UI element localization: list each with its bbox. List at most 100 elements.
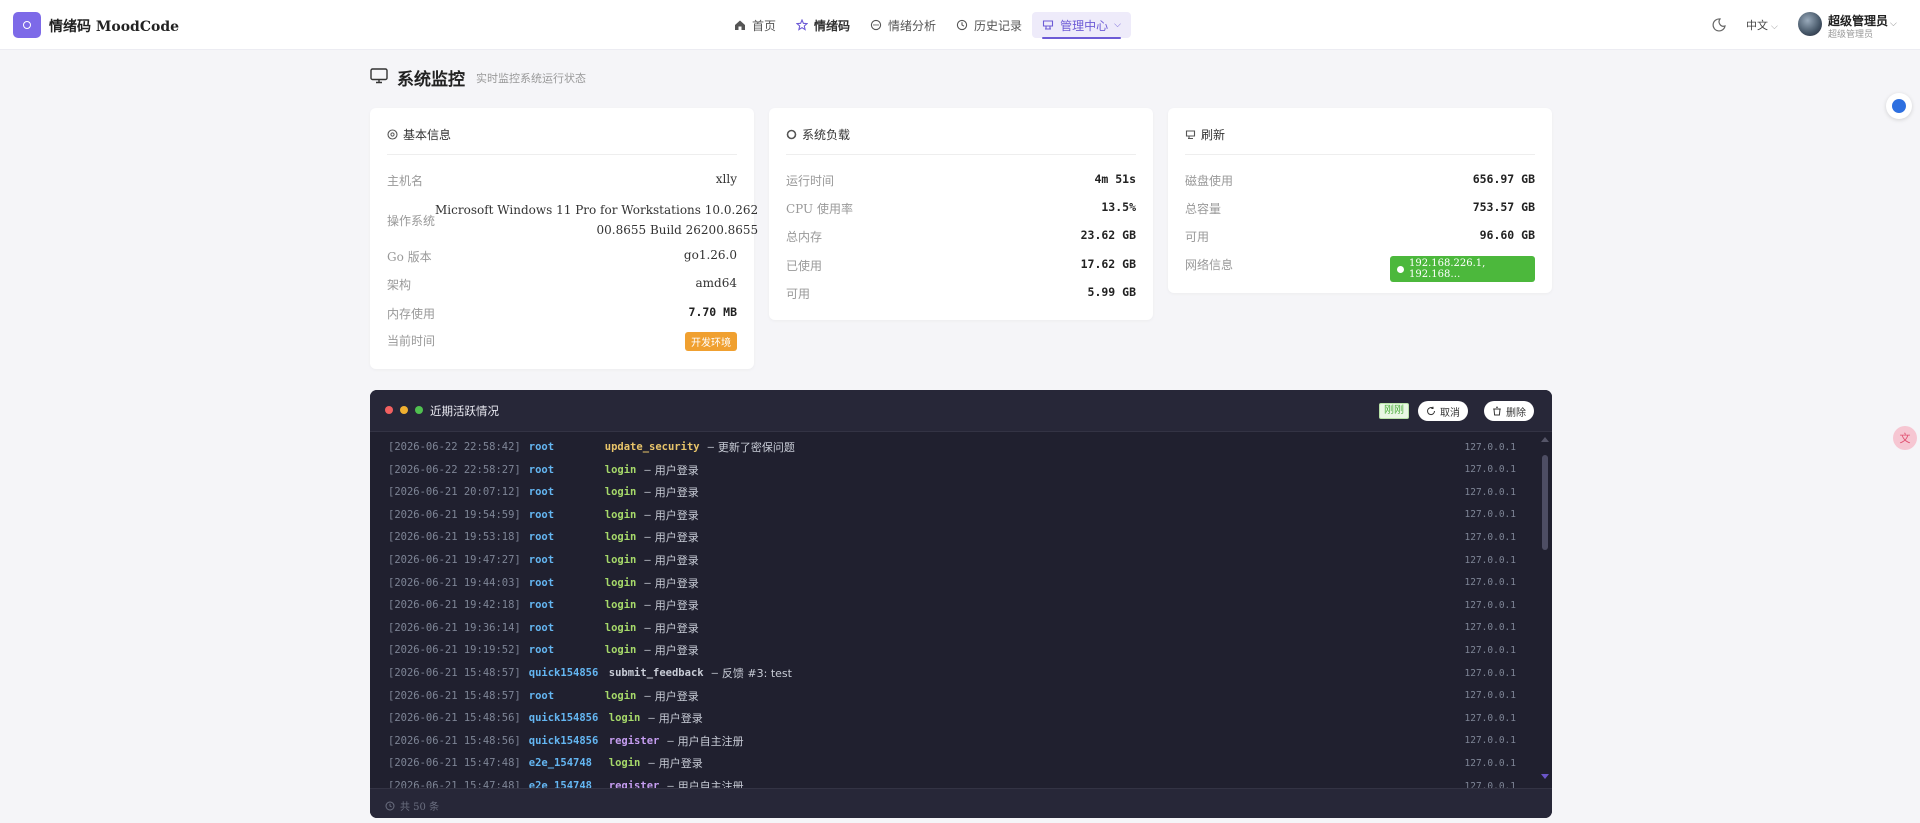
log-row: [2026-06-21 19:42:18] root login — 用户登录 — [388, 594, 699, 616]
log-user: root — [528, 576, 555, 589]
nav-admin[interactable]: 管理中心 ⌵ — [1032, 12, 1131, 39]
window-dot-red-icon — [385, 406, 393, 414]
card-title: 基本信息 — [387, 126, 451, 143]
card-title: 系统负载 — [786, 126, 850, 143]
chevron-down-icon[interactable]: ⌵ — [1890, 19, 1897, 29]
log-user: root — [528, 441, 555, 453]
log-description: 用户自主注册 — [677, 734, 744, 748]
translate-icon[interactable]: 文 — [1893, 426, 1917, 450]
log-user: root — [528, 621, 555, 634]
log-row: [2026-06-21 15:48:57] quick154856 submit_f… — [388, 662, 792, 684]
log-action: login — [608, 757, 641, 770]
log-row: [2026-06-21 15:48:56] quick154856 login — 用户… — [388, 707, 703, 729]
load-row: 总内存 23.62 GB — [786, 228, 1136, 245]
log-separator: — — [644, 531, 651, 544]
log-user: quick154856 — [528, 712, 599, 725]
env-badge: 开发环境 — [685, 332, 737, 351]
info-value: go1.26.0 — [683, 248, 737, 262]
divider — [786, 154, 1136, 155]
log-user: quick154856 — [528, 667, 599, 679]
chevron-down-icon: ⌵ — [1771, 22, 1778, 32]
logo-icon[interactable] — [13, 12, 41, 38]
log-user: root — [528, 689, 555, 702]
activity-terminal: 近期活跃情况 刚刚 取消 删除 [2026-06-22 22:58:42] roo… — [370, 390, 1552, 818]
card-title[interactable]: 刷新 — [1185, 126, 1225, 143]
log-action: login — [604, 463, 637, 476]
log-timestamp: [2026-06-21 19:54:59] — [388, 508, 521, 521]
log-action: login — [608, 712, 641, 725]
system-load-title: 系统负载 — [802, 128, 851, 142]
page-title: 系统监控 — [397, 70, 465, 90]
scroll-up-icon[interactable] — [1541, 437, 1549, 442]
log-timestamp: [2026-06-21 20:07:12] — [388, 486, 521, 499]
info-value: amd64 — [695, 276, 737, 290]
log-timestamp: [2026-06-21 19:42:18] — [388, 599, 521, 612]
log-description: 用户登录 — [658, 712, 703, 726]
log-separator: — — [644, 644, 651, 657]
ai-assistant-icon[interactable] — [1886, 93, 1912, 119]
brand-name[interactable]: 情绪码 MoodCode — [49, 16, 179, 36]
system-load-card: 系统负载 运行时间 4m 51s CPU 使用率 13.5% 总内存 23.62… — [769, 108, 1153, 320]
load-row: 已使用 17.62 GB — [786, 257, 1136, 274]
scrollbar-thumb[interactable] — [1542, 455, 1548, 550]
scroll-down-icon[interactable] — [1541, 774, 1549, 779]
log-ip: 127.0.0.1 — [1464, 622, 1516, 634]
log-separator: — — [644, 689, 651, 702]
log-separator: — — [644, 486, 651, 499]
log-row: [2026-06-21 19:19:52] root login — 用户登录 — [388, 639, 699, 661]
load-value: 17.62 GB — [1080, 257, 1136, 271]
top-navbar: 情绪码 MoodCode 首页 情绪码 情绪分析 历史记录 管理中心 ⌵ 中文 ⌵… — [0, 0, 1920, 50]
cancel-label: 取消 — [1440, 407, 1460, 419]
refresh-title: 刷新 — [1201, 128, 1226, 142]
disk-row: 磁盘使用 656.97 GB — [1185, 172, 1535, 189]
log-ip: 127.0.0.1 — [1464, 757, 1516, 769]
log-row: [2026-06-21 19:44:03] root login — 用户登录 — [388, 572, 699, 594]
log-separator: — — [648, 757, 655, 770]
log-description: 反馈 #3: test — [721, 667, 792, 680]
disk-row: 总容量 753.57 GB — [1185, 200, 1535, 217]
info-key: 架构 — [387, 278, 412, 292]
user-role: 超级管理员 — [1828, 30, 1874, 40]
page-subtitle: 实时监控系统运行状态 — [476, 72, 586, 85]
nav-home[interactable]: 首页 — [724, 12, 786, 38]
sync-icon — [1427, 406, 1436, 416]
nav-history[interactable]: 历史记录 — [946, 12, 1032, 38]
log-action: login — [604, 644, 637, 657]
log-timestamp: [2026-06-21 15:48:57] — [388, 667, 521, 679]
log-timestamp: [2026-06-21 19:19:52] — [388, 644, 521, 657]
load-value: 23.62 GB — [1080, 228, 1136, 242]
network-badge[interactable]: 192.168.226.1, 192.168… — [1390, 256, 1535, 282]
nav-moodcode[interactable]: 情绪码 — [786, 12, 860, 38]
nav-admin-label: 管理中心 — [1060, 18, 1109, 33]
log-separator: — — [711, 667, 718, 679]
avatar[interactable] — [1798, 12, 1822, 36]
log-user: root — [528, 554, 555, 566]
log-ip: 127.0.0.1 — [1464, 509, 1516, 521]
log-separator: — — [667, 734, 674, 747]
info-row-go: Go 版本 go1.26.0 — [387, 248, 737, 265]
theme-toggle-icon[interactable] — [1711, 17, 1727, 33]
divider — [1185, 154, 1535, 155]
load-row: 可用 5.99 GB — [786, 285, 1136, 302]
disk-value: 656.97 GB — [1472, 172, 1535, 186]
terminal-title: 近期活跃情况 — [430, 404, 499, 418]
language-switcher[interactable]: 中文 ⌵ — [1746, 17, 1778, 33]
log-ip: 127.0.0.1 — [1464, 690, 1516, 702]
basic-info-card: 基本信息 主机名 xlly 操作系统 Microsoft Windows 11 … — [370, 108, 758, 369]
log-user: e2e_154748 — [528, 757, 592, 770]
load-row: CPU 使用率 13.5% — [786, 200, 1136, 217]
cancel-button[interactable]: 取消 — [1418, 401, 1468, 421]
delete-button[interactable]: 删除 — [1484, 401, 1534, 421]
log-list[interactable]: [2026-06-22 22:58:42] root update_security… — [370, 433, 1552, 788]
clock-icon — [385, 801, 395, 810]
disk-key: 总容量 — [1185, 202, 1222, 216]
log-timestamp: [2026-06-21 15:48:56] — [388, 712, 521, 725]
refresh-icon — [1185, 130, 1196, 140]
info-key: 操作系统 — [387, 213, 436, 228]
load-key: 已使用 — [786, 259, 823, 273]
log-description: 用户登录 — [654, 576, 699, 590]
log-action: login — [604, 508, 637, 521]
log-timestamp: [2026-06-21 19:36:14] — [388, 621, 521, 634]
nav-analysis[interactable]: 情绪分析 — [860, 12, 946, 38]
info-key: 当前时间 — [387, 334, 436, 348]
